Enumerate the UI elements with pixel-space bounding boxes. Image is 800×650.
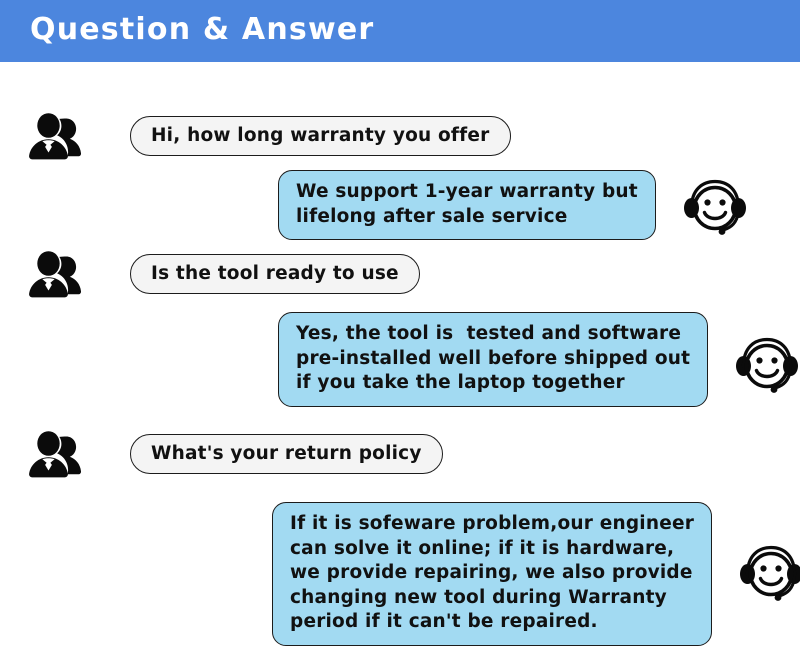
question-bubble[interactable]: Is the tool ready to use [130,254,420,295]
headset-smiley-icon [730,312,800,400]
answer-bubble[interactable]: We support 1-year warranty but lifelong … [278,170,656,241]
page-header: Question & Answer [0,0,800,62]
conversation-row-question-1: Hi, how long warranty you offer [22,104,511,170]
question-bubble-wrap: Hi, how long warranty you offer [130,104,511,157]
conversation-row-answer-1: We support 1-year warranty but lifelong … [278,170,752,242]
conversation-row-answer-3: If it is sofeware problem,our engineer c… [272,502,800,646]
page-title: Question & Answer [30,12,375,47]
qa-page: Question & Answer Hi, how long warranty … [0,0,800,650]
question-bubble-wrap: What's your return policy [130,422,443,475]
conversation-row-answer-2: Yes, the tool is tested and software pre… [278,312,800,407]
conversation-list: Hi, how long warranty you offer We suppo… [0,62,800,650]
answer-bubble[interactable]: If it is sofeware problem,our engineer c… [272,502,713,646]
question-bubble[interactable]: Hi, how long warranty you offer [130,116,511,157]
headset-smiley-icon [678,170,752,242]
conversation-row-question-2: Is the tool ready to use [22,242,420,308]
user-avatar-icon [22,242,88,308]
answer-bubble-wrap: Yes, the tool is tested and software pre… [278,312,709,407]
answer-bubble-wrap: If it is sofeware problem,our engineer c… [272,502,713,646]
headset-smiley-icon [734,502,800,608]
answer-bubble[interactable]: Yes, the tool is tested and software pre… [278,312,709,407]
answer-bubble-wrap: We support 1-year warranty but lifelong … [278,170,656,241]
user-avatar-icon [22,422,88,488]
conversation-row-question-3: What's your return policy [22,422,443,488]
question-bubble-wrap: Is the tool ready to use [130,242,420,295]
question-bubble[interactable]: What's your return policy [130,434,443,475]
user-avatar-icon [22,104,88,170]
